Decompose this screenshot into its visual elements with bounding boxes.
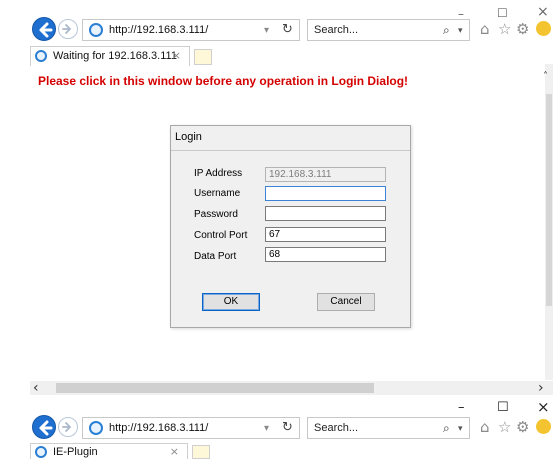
ie-tab-icon: [35, 446, 47, 458]
address-bar-2[interactable]: http://192.168.3.111/ ▾ ↻: [82, 417, 300, 439]
back-arrow-icon: [39, 420, 53, 436]
back-arrow-icon: [39, 22, 53, 38]
password-label: Password: [194, 209, 238, 220]
dialog-title: Login: [175, 131, 202, 143]
search-icon[interactable]: ⌕: [443, 420, 450, 436]
gear-icon[interactable]: ⚙: [516, 419, 529, 435]
scroll-left-icon[interactable]: ‹: [33, 381, 39, 395]
close-button-2[interactable]: ×: [537, 400, 550, 415]
maximize-button-2[interactable]: ☐: [497, 401, 509, 415]
back-button-2[interactable]: [32, 415, 56, 439]
password-field[interactable]: [265, 206, 386, 221]
tab-close-icon[interactable]: ×: [172, 49, 181, 62]
username-field[interactable]: [265, 186, 386, 201]
search-input-2[interactable]: Search... ⌕ ▾: [307, 417, 470, 439]
star-icon[interactable]: ☆: [498, 21, 511, 37]
ie-tab-icon: [35, 50, 47, 62]
ip-address-label: IP Address: [194, 168, 243, 179]
ie-logo-icon: [89, 421, 103, 435]
search-dropdown-icon[interactable]: ▾: [458, 23, 463, 39]
search-icon[interactable]: ⌕: [443, 22, 450, 38]
vertical-scrollbar[interactable]: ˄: [543, 64, 553, 380]
login-dialog: Login IP Address 192.168.3.111 Username …: [170, 125, 411, 328]
minimize-button-2[interactable]: –: [458, 401, 465, 415]
tab-ie-plugin[interactable]: IE-Plugin ×: [30, 443, 188, 459]
maximize-button[interactable]: ☐: [497, 6, 508, 20]
forward-button[interactable]: [58, 19, 78, 39]
control-port-field[interactable]: 67: [265, 227, 386, 242]
search-dropdown-icon[interactable]: ▾: [458, 421, 463, 437]
ip-address-field: 192.168.3.111: [265, 167, 386, 182]
refresh-icon[interactable]: ↻: [282, 22, 293, 38]
new-tab-button-2[interactable]: [192, 445, 210, 459]
search-placeholder-2: Search...: [314, 422, 359, 434]
search-input[interactable]: Search... ⌕ ▾: [307, 19, 470, 41]
forward-arrow-icon: [62, 422, 72, 432]
horizontal-scroll-thumb[interactable]: [56, 383, 374, 393]
warning-text: Please click in this window before any o…: [38, 74, 409, 88]
tab-close-icon-2[interactable]: ×: [170, 445, 179, 458]
horizontal-scrollbar[interactable]: ‹ ›: [30, 381, 553, 395]
star-icon[interactable]: ☆: [498, 419, 511, 435]
ie-logo-icon: [89, 23, 103, 37]
refresh-icon[interactable]: ↻: [282, 420, 293, 436]
back-button[interactable]: [32, 17, 56, 41]
smiley-icon[interactable]: [536, 419, 551, 434]
dialog-divider: [171, 150, 410, 151]
control-port-label: Control Port: [194, 230, 248, 241]
smiley-icon[interactable]: [536, 21, 551, 36]
ok-button[interactable]: OK: [202, 293, 260, 311]
close-button[interactable]: ×: [537, 5, 549, 19]
scroll-right-icon[interactable]: ›: [538, 381, 544, 395]
data-port-label: Data Port: [194, 251, 237, 262]
scroll-up-icon[interactable]: ˄: [543, 70, 548, 84]
tab-waiting[interactable]: Waiting for 192.168.3.111 ×: [30, 46, 190, 66]
gear-icon[interactable]: ⚙: [516, 21, 529, 37]
tab-title: Waiting for 192.168.3.111: [53, 50, 177, 62]
address-bar[interactable]: http://192.168.3.111/ ▾ ↻: [82, 19, 300, 41]
home-icon[interactable]: ⌂: [480, 419, 490, 435]
new-tab-button[interactable]: [194, 49, 212, 65]
vertical-scroll-thumb[interactable]: [546, 94, 552, 306]
username-label: Username: [194, 188, 241, 199]
search-placeholder: Search...: [314, 24, 359, 36]
tab-title-2: IE-Plugin: [53, 446, 98, 458]
home-icon[interactable]: ⌂: [480, 21, 490, 37]
forward-button-2[interactable]: [58, 417, 78, 437]
forward-arrow-icon: [62, 24, 72, 34]
data-port-field[interactable]: 68: [265, 247, 386, 262]
url-text-2: http://192.168.3.111/: [109, 422, 209, 434]
cancel-button[interactable]: Cancel: [317, 293, 375, 311]
dropdown-icon[interactable]: ▾: [264, 421, 269, 437]
url-text: http://192.168.3.111/: [109, 24, 209, 36]
dropdown-icon[interactable]: ▾: [264, 23, 269, 39]
